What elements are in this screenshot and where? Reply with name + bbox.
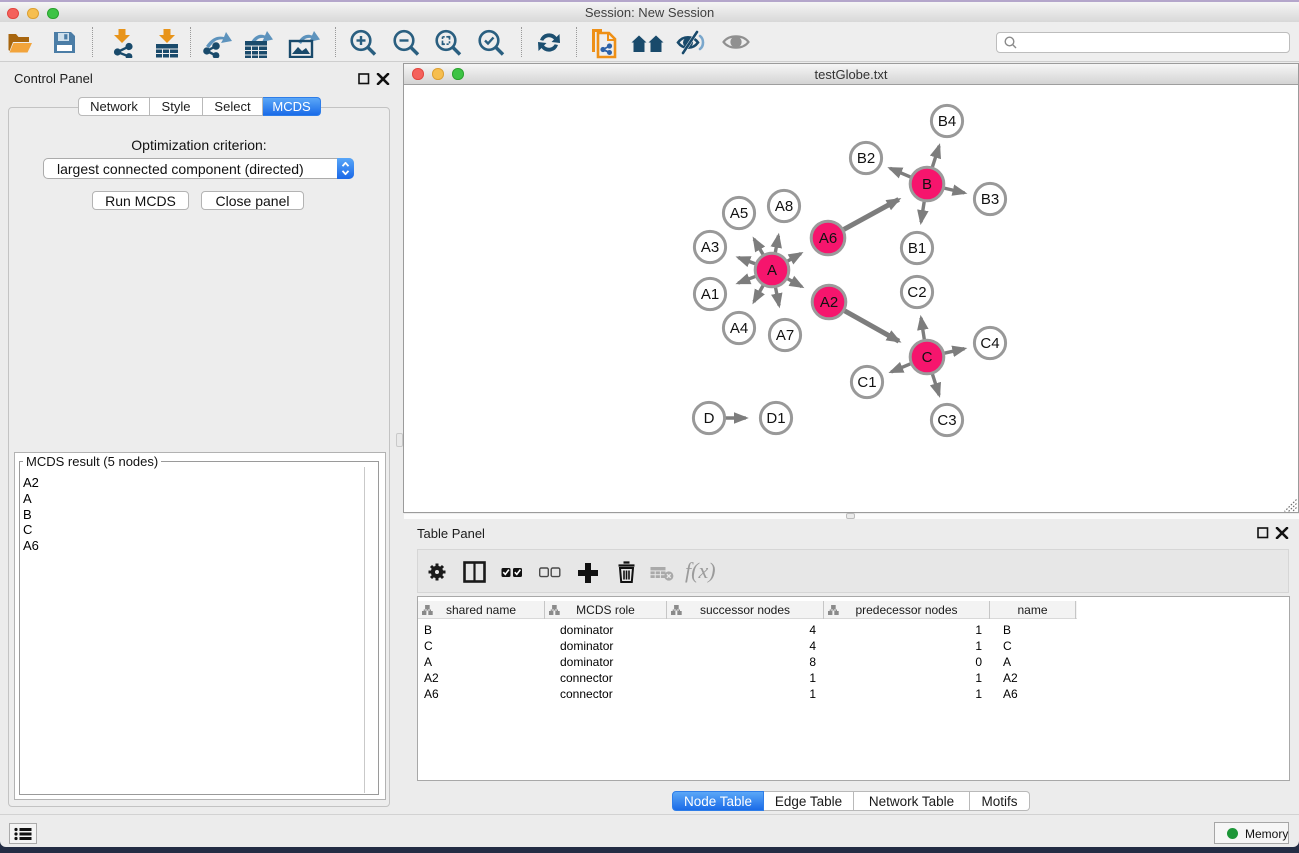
svg-text:B1: B1 <box>908 240 926 257</box>
svg-text:A3: A3 <box>701 239 719 256</box>
svg-text:C: C <box>922 349 933 366</box>
svg-text:A5: A5 <box>730 205 748 222</box>
svg-text:A7: A7 <box>776 327 794 344</box>
svg-text:D1: D1 <box>766 410 785 427</box>
svg-text:A2: A2 <box>820 294 838 311</box>
svg-text:A4: A4 <box>730 320 748 337</box>
svg-text:A8: A8 <box>775 198 793 215</box>
svg-text:A6: A6 <box>819 230 837 247</box>
svg-text:C2: C2 <box>907 284 926 301</box>
svg-text:B2: B2 <box>857 150 875 167</box>
svg-text:D: D <box>704 410 715 427</box>
svg-text:A: A <box>767 262 777 279</box>
svg-text:B3: B3 <box>981 191 999 208</box>
svg-text:B: B <box>922 176 932 193</box>
svg-text:C4: C4 <box>980 335 999 352</box>
svg-text:C1: C1 <box>857 374 876 391</box>
svg-text:A1: A1 <box>701 286 719 303</box>
svg-text:C3: C3 <box>937 412 956 429</box>
svg-text:B4: B4 <box>938 113 956 130</box>
